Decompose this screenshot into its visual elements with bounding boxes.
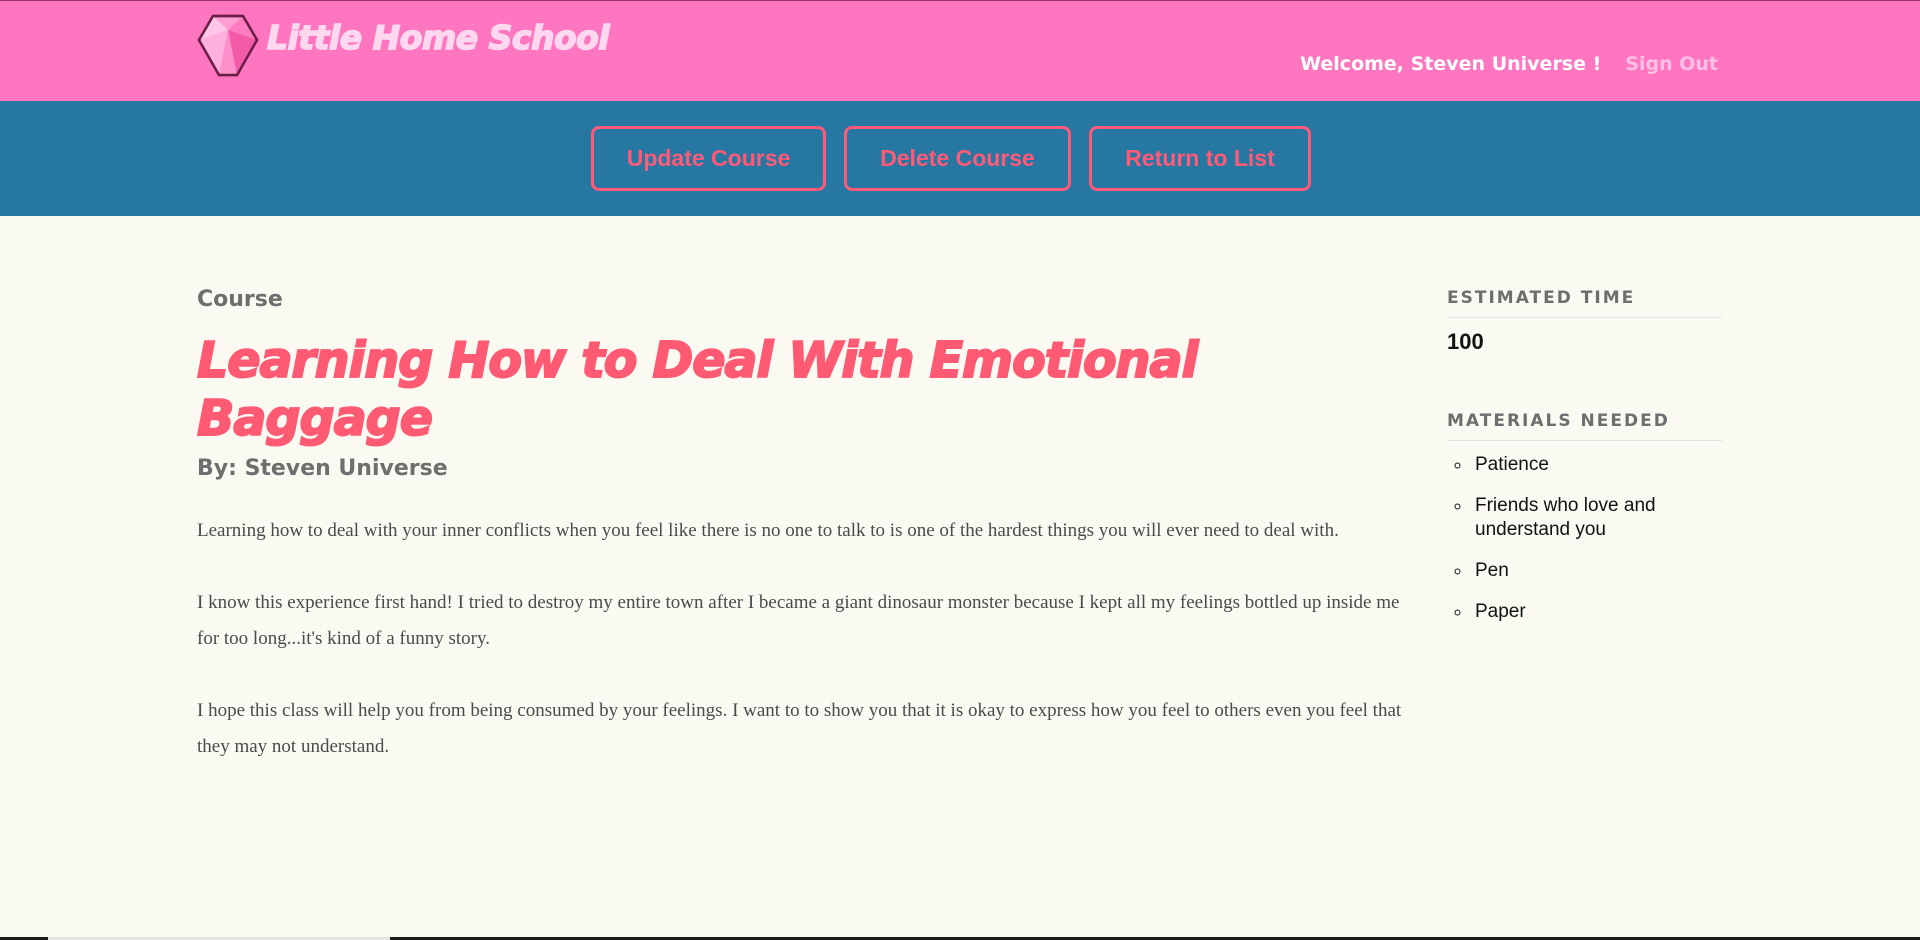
course-author: By: Steven Universe (197, 456, 448, 481)
update-course-button[interactable]: Update Course (591, 126, 826, 191)
delete-course-button[interactable]: Delete Course (844, 126, 1071, 191)
description-paragraph: I hope this class will help you from bei… (197, 700, 1402, 757)
course-title: Learning How to Deal With Emotional Bagg… (196, 331, 1199, 448)
course-action-bar: Update Course Delete Course Return to Li… (0, 101, 1920, 216)
user-nav: Welcome, Steven Universe ! Sign Out (1300, 53, 1718, 75)
description-paragraph: Learning how to deal with your inner con… (197, 520, 1339, 541)
course-label: Course (197, 287, 283, 312)
pink-gem-icon (197, 14, 259, 77)
materials-heading: MATERIALS NEEDED (1447, 411, 1722, 441)
materials-list: Patience Friends who love and understand… (1447, 453, 1722, 624)
material-item: Patience (1472, 453, 1722, 477)
course-sidebar: ESTIMATED TIME 100 MATERIALS NEEDED Pati… (1447, 288, 1722, 641)
sign-out-link[interactable]: Sign Out (1625, 53, 1718, 75)
material-item: Pen (1472, 559, 1722, 583)
description-paragraph: I know this experience first hand! I tri… (197, 592, 1400, 649)
estimated-time-value: 100 (1447, 329, 1484, 354)
welcome-text: Welcome, Steven Universe ! (1300, 53, 1602, 75)
material-item: Friends who love and understand you (1472, 494, 1722, 542)
return-to-list-button[interactable]: Return to List (1089, 126, 1311, 191)
course-description: Learning how to deal with your inner con… (197, 513, 1407, 765)
site-header: Little Home School Welcome, Steven Unive… (0, 0, 1920, 101)
material-item: Paper (1472, 600, 1722, 624)
course-detail: Course Learning How to Deal With Emotion… (196, 287, 1407, 801)
site-logo[interactable]: Little Home School (197, 13, 610, 79)
logo-text: Little Home School (266, 17, 610, 58)
estimated-time-heading: ESTIMATED TIME (1447, 288, 1722, 318)
